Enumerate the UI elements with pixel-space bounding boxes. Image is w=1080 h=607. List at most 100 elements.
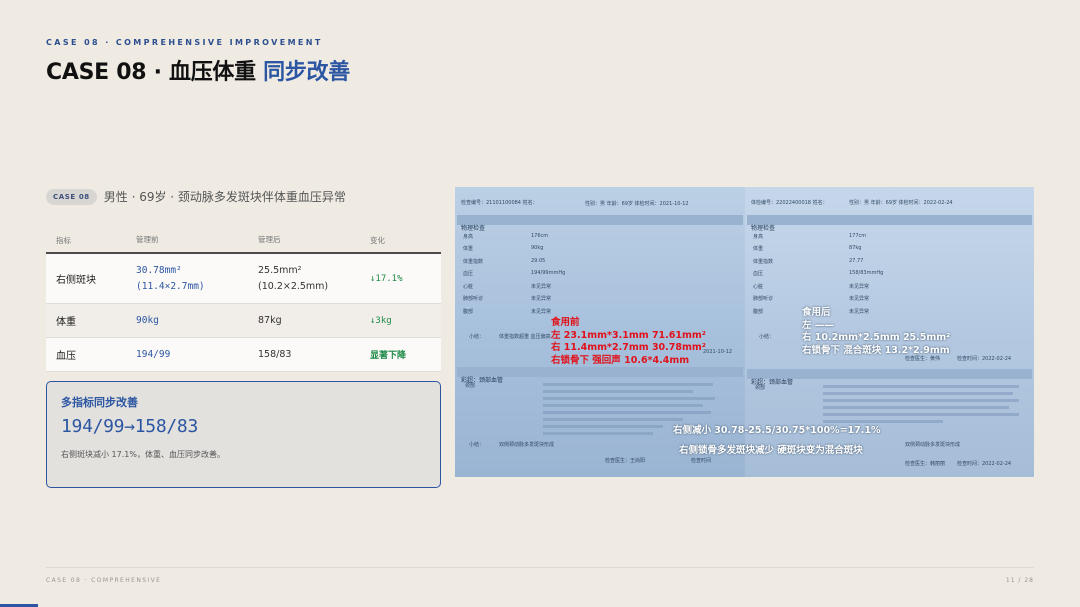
- annotation-before-line: 右锁骨下 强回声 10.6*4.4mm: [551, 354, 690, 366]
- row-value: 未见异常: [531, 309, 552, 315]
- metric-label: 体重: [56, 317, 76, 328]
- annotation-after-line: 右锁骨下 混合斑块 13.2*2.9mm: [802, 344, 950, 356]
- row-value: 未见异常: [849, 284, 870, 290]
- report-meta: 性别：男 年龄：69岁 体检时间：2021-10-12: [585, 201, 689, 207]
- header-before: 管理前: [136, 235, 159, 244]
- page-title: CASE 08 · 血压体重 同步改善: [46, 54, 350, 86]
- row-key: 身高: [463, 234, 474, 240]
- summary-value: 194/99→158/83: [61, 416, 198, 437]
- comparison-table: 指标 管理前 管理后 变化 右侧斑块 30.78mm² (11.4×2.7mm)…: [46, 228, 441, 372]
- section-vessel: 彩超：颈部血管: [747, 369, 1032, 386]
- row-key: 血压: [753, 271, 764, 277]
- summary-key: 小结：: [759, 334, 775, 340]
- case-description: 男性 · 69岁 · 颈动脉多发斑块伴体重血压异常: [103, 190, 346, 204]
- annotation-before-title: 食用前: [551, 317, 580, 328]
- row-key: 体重指数: [753, 259, 774, 265]
- section-vessel: 彩超：颈部血管: [457, 367, 743, 384]
- change-value: ↓3kg: [370, 315, 392, 326]
- change-value: 显著下降: [370, 351, 407, 361]
- title-main: CASE 08 · 血压体重: [46, 60, 256, 85]
- report-id: 检查编号：21101100084 姓名：: [461, 200, 538, 206]
- annotation-after: 食用后 左 —— 右 10.2mm*2.5mm 25.5mm² 右锁骨下 混合斑…: [802, 307, 950, 357]
- section-exam: 物理检查: [747, 215, 1032, 232]
- row-value: 87kg: [849, 245, 862, 251]
- report-id: 体检编号：22022400018 姓名：: [751, 200, 828, 206]
- before-value-area: 30.78mm²: [136, 265, 182, 277]
- row-key: 肺部听诊: [463, 296, 484, 302]
- table-row: 血压 194/99 158/83 显著下降: [46, 338, 441, 372]
- before-value-dims: (11.4×2.7mm): [136, 280, 205, 292]
- row-value: 176cm: [531, 233, 549, 239]
- before-value: 194/99: [136, 348, 171, 360]
- summary-card: 多指标同步改善 194/99→158/83 右侧斑块减小 17.1%，体重、血压…: [46, 381, 441, 488]
- row-key: 心脏: [753, 284, 764, 290]
- annotation-calc: 右侧减小 30.78-25.5/30.75*100%=17.1%: [673, 425, 881, 436]
- report-time-mid: 检查时间：2022-02-24: [957, 356, 1012, 362]
- summary-title: 多指标同步改善: [61, 396, 138, 409]
- table-row: 体重 90kg 87kg ↓3kg: [46, 304, 441, 338]
- row-key: 血压: [463, 271, 474, 277]
- row-value: 未见异常: [531, 296, 552, 302]
- header-after: 管理后: [258, 235, 281, 244]
- footer-divider: [46, 567, 1034, 568]
- row-key: 心脏: [463, 284, 474, 290]
- annotation-after-line: 左 ——: [802, 319, 834, 331]
- footer-label: CASE 08 · COMPREHENSIVE: [46, 577, 162, 584]
- metric-label: 血压: [56, 351, 76, 362]
- section-exam: 物理检查: [457, 215, 743, 232]
- report-doctor: 检查医生：王尚阳: [605, 458, 646, 464]
- table-row: 右侧斑块 30.78mm² (11.4×2.7mm) 25.5mm² (10.2…: [46, 254, 441, 304]
- row-key: 腹部: [753, 309, 764, 315]
- bottom-key: 小结：: [469, 442, 485, 448]
- row-value: 27.77: [849, 258, 864, 264]
- row-key: 身高: [753, 234, 764, 240]
- eyebrow: CASE 08 · COMPREHENSIVE IMPROVEMENT: [46, 38, 323, 47]
- summary-key: 小结：: [469, 334, 485, 340]
- report-doctor-time: 检查时间: [691, 458, 712, 464]
- after-value: 158/83: [258, 348, 292, 360]
- title-accent: 同步改善: [263, 60, 350, 85]
- bottom-value: 双侧颈动脉多发斑块形成: [905, 442, 961, 448]
- row-value: 90kg: [531, 245, 544, 251]
- report-doctor: 检查医生：韩丽丽: [905, 461, 946, 467]
- row-key: 肺部听诊: [753, 296, 774, 302]
- bottom-value: 双侧颈动脉多发斑块形成: [499, 442, 555, 448]
- vessel-key: 颈部: [465, 383, 476, 389]
- row-key: 体重: [463, 246, 474, 252]
- report-photo: 检查编号：21101100084 姓名： 性别：男 年龄：69岁 体检时间：20…: [455, 187, 1034, 477]
- case-line: CASE 08 男性 · 69岁 · 颈动脉多发斑块伴体重血压异常: [46, 188, 346, 205]
- annotation-after-line: 右 10.2mm*2.5mm 25.5mm²: [802, 332, 951, 343]
- metric-label: 右侧斑块: [56, 275, 96, 286]
- row-value: 177cm: [849, 233, 867, 239]
- report-doctor-time: 检查时间：2022-02-24: [957, 461, 1012, 467]
- vessel-key: 颈部: [755, 385, 766, 391]
- row-value: 未见异常: [531, 284, 552, 290]
- row-key: 体重指数: [463, 259, 484, 265]
- summary-note: 右侧斑块减小 17.1%，体重、血压同步改善。: [61, 450, 225, 459]
- row-value: 194/99mmHg: [531, 270, 566, 276]
- header-change: 变化: [370, 235, 385, 245]
- summary-value: 体重指数超重 血压偏高: [499, 334, 551, 340]
- row-key: 腹部: [463, 309, 474, 315]
- row-key: 体重: [753, 246, 764, 252]
- row-value: 29.05: [531, 258, 546, 264]
- annotation-before: 食用前 左 23.1mm*3.1mm 71.61mm² 右 11.4mm*2.7…: [551, 317, 706, 367]
- annotation-conclusion: 右侧锁骨多发斑块减少 硬斑块变为混合斑块: [679, 445, 863, 456]
- change-value: ↓17.1%: [370, 273, 403, 284]
- after-value-area: 25.5mm²: [258, 265, 302, 277]
- after-value-dims: (10.2×2.5mm): [258, 280, 329, 292]
- after-value: 25.5mm² (10.2×2.5mm): [258, 263, 370, 293]
- case-badge: CASE 08: [46, 188, 97, 205]
- report-meta: 性别：男 年龄：69岁 体检时间：2022-02-24: [849, 200, 953, 206]
- after-value: 87kg: [258, 314, 282, 326]
- before-value: 30.78mm² (11.4×2.7mm): [136, 263, 258, 293]
- annotation-before-line: 右 11.4mm*2.7mm 30.78mm²: [551, 342, 706, 353]
- annotation-before-line: 左 23.1mm*3.1mm 71.61mm²: [551, 329, 706, 341]
- report-date: 2021-10-12: [703, 349, 733, 355]
- row-value: 未见异常: [849, 296, 870, 302]
- table-header: 指标 管理前 管理后 变化: [46, 228, 441, 254]
- page-number: 11 / 28: [1005, 577, 1034, 584]
- before-value: 90kg: [136, 314, 159, 326]
- row-value: 158/83mmHg: [849, 270, 884, 276]
- annotation-after-title: 食用后: [802, 307, 831, 318]
